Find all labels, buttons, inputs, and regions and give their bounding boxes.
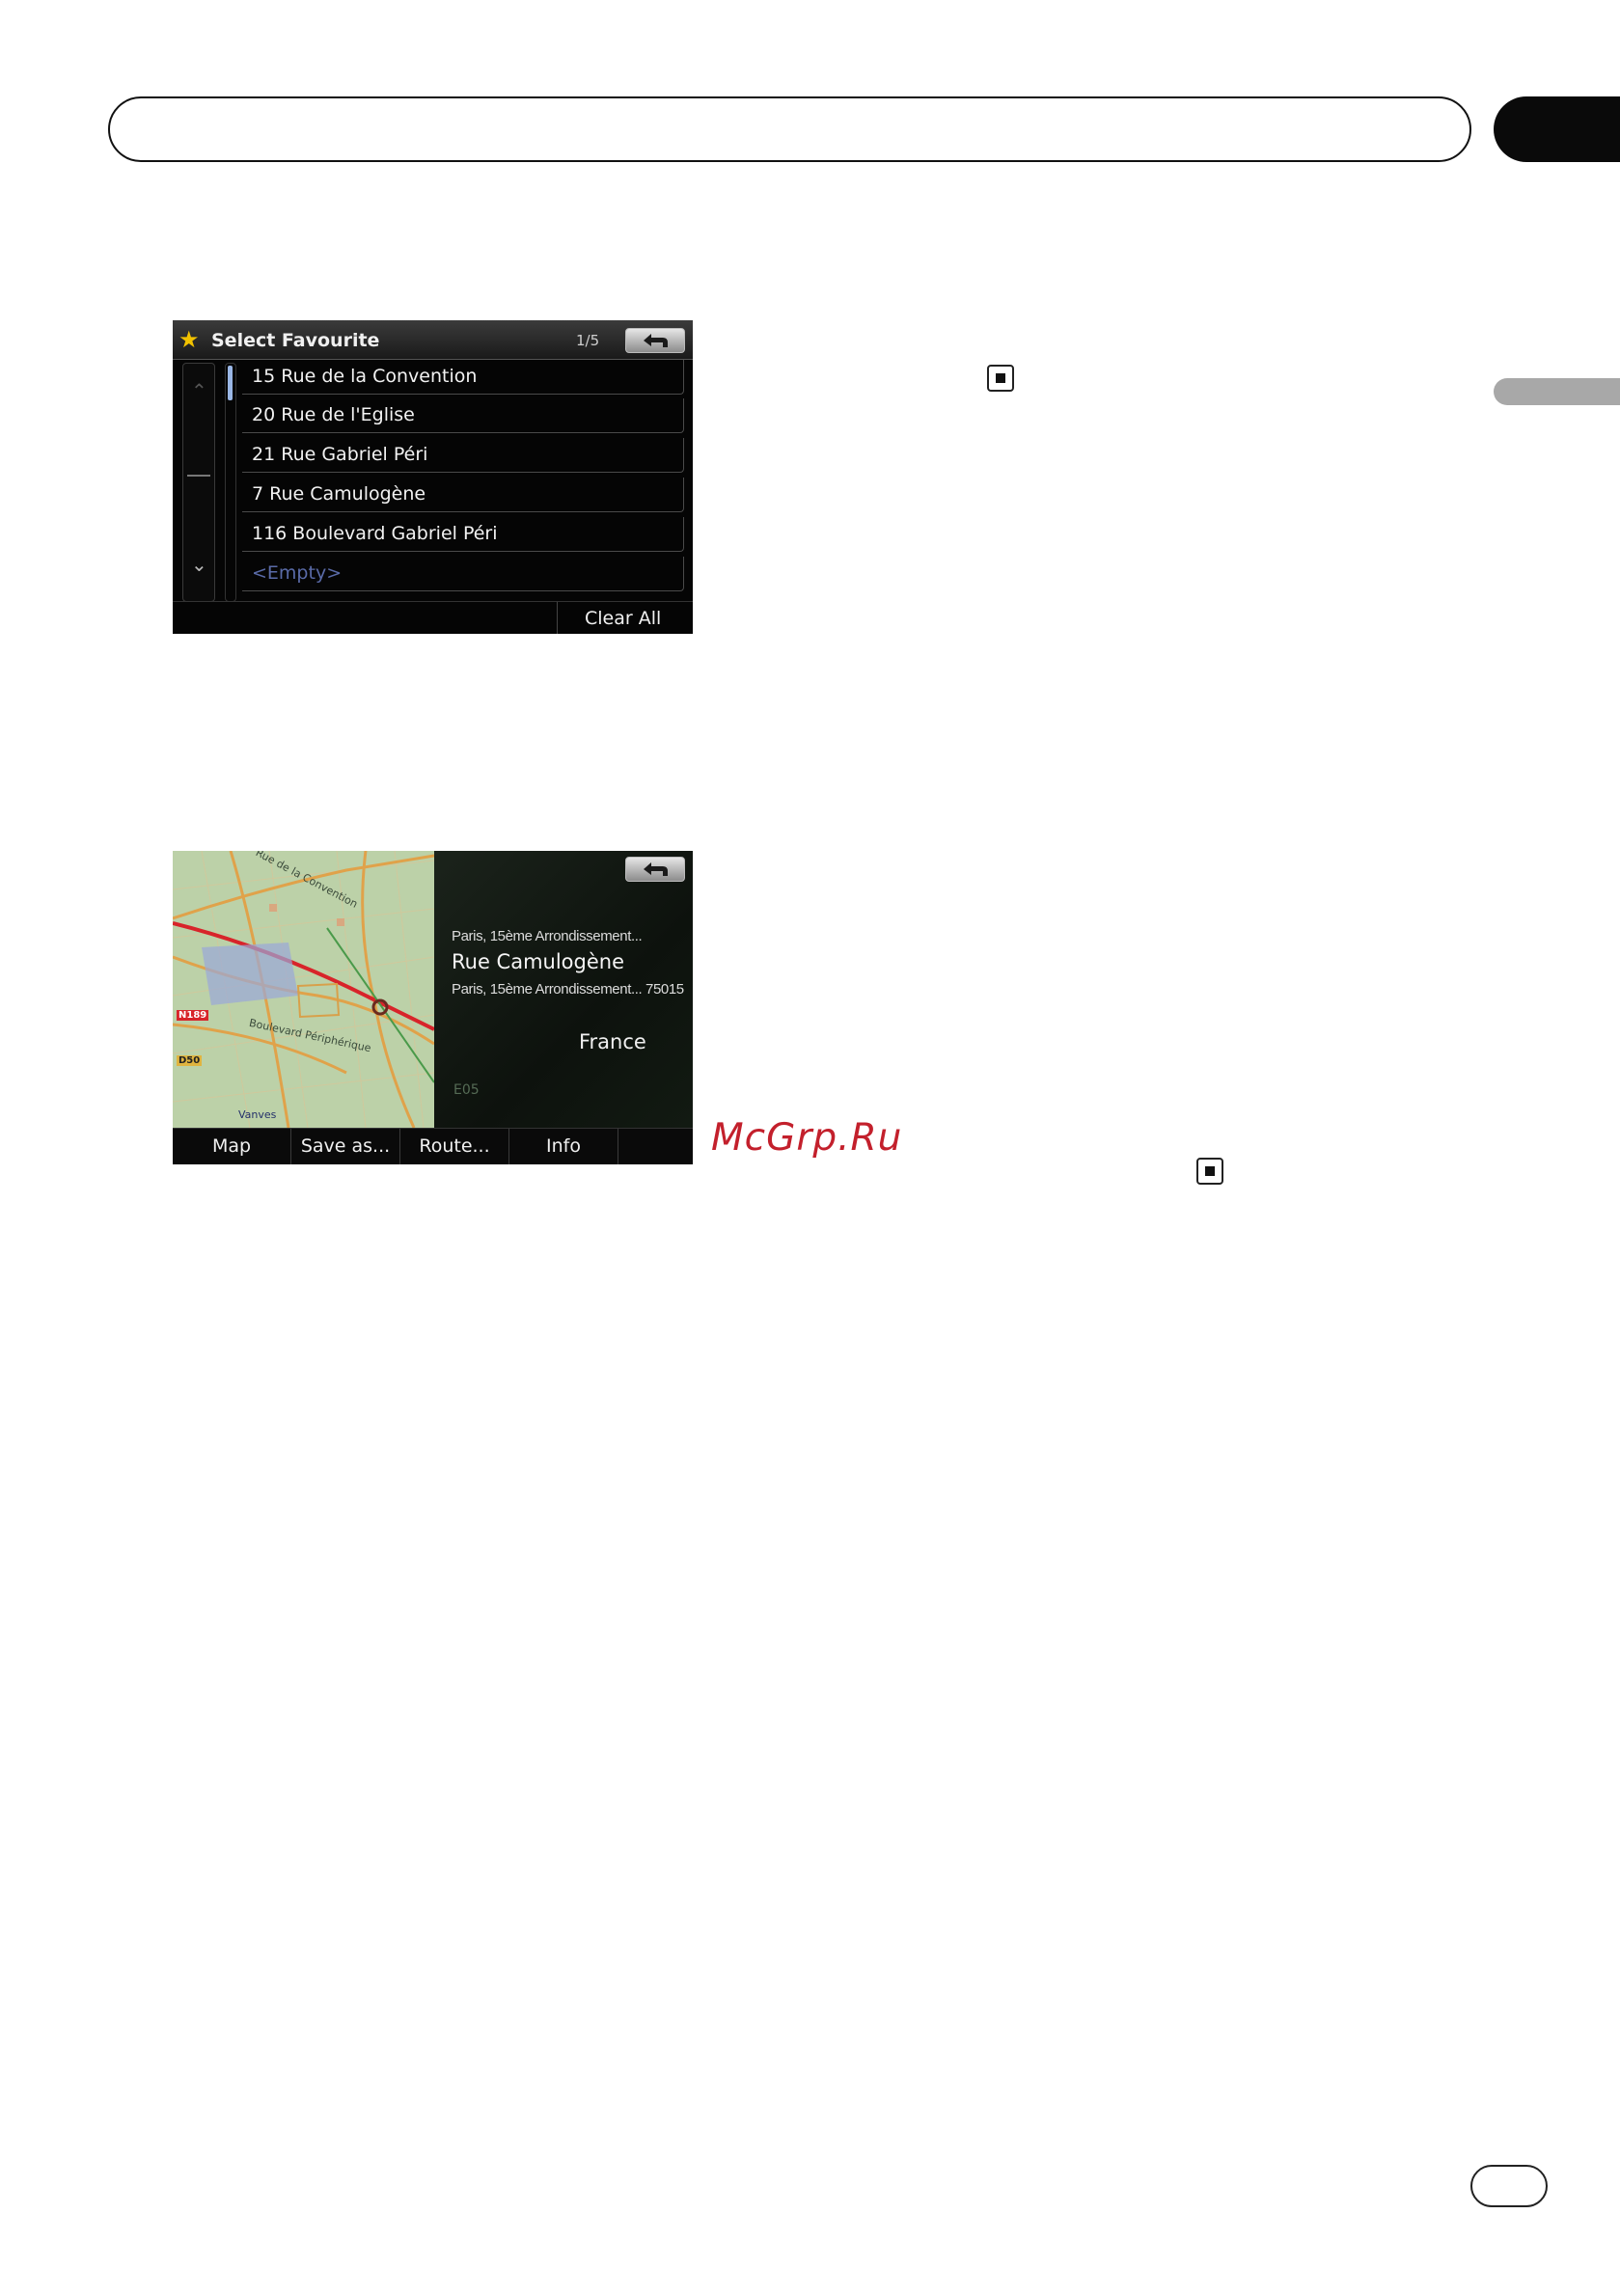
- list-item[interactable]: 7 Rue Camulogène: [242, 478, 684, 512]
- header-bar: [108, 96, 1471, 162]
- list-item[interactable]: 21 Rue Gabriel Péri: [242, 438, 684, 473]
- map-button-label: Map: [211, 1135, 252, 1157]
- screen-title: Select Favourite: [211, 330, 380, 351]
- address-district: Paris, 15ème Arrondissement...: [452, 928, 643, 944]
- star-icon: ★: [178, 326, 200, 353]
- list-item-label: 15 Rue de la Convention: [252, 366, 478, 387]
- section-side-tab: [1494, 378, 1620, 405]
- list-item-label: 116 Boulevard Gabriel Péri: [252, 523, 498, 544]
- location-info-screen: N189 D50 Boulevard Périphérique Rue de l…: [173, 851, 693, 1164]
- scroll-up-icon[interactable]: ⌃: [191, 379, 207, 402]
- list-item-label: 20 Rue de l'Eglise: [252, 404, 415, 425]
- chapter-tab: [1494, 96, 1620, 162]
- route-button-label: Route...: [419, 1135, 490, 1157]
- list-item-label: 7 Rue Camulogène: [252, 483, 426, 505]
- address-postcode: Paris, 15ème Arrondissement... 75015: [452, 981, 684, 998]
- route-button[interactable]: Route...: [400, 1129, 509, 1164]
- map-town-label: Vanves: [238, 1108, 277, 1121]
- info-button-label: Info: [546, 1135, 581, 1157]
- list-item-label: <Empty>: [252, 562, 343, 584]
- back-button[interactable]: [625, 328, 685, 353]
- section-end-mark: [1196, 1158, 1223, 1185]
- road-label: E05: [453, 1082, 480, 1098]
- road-badge: D50: [177, 1055, 203, 1066]
- scroll-buttons[interactable]: ⌃ ⌄: [182, 363, 215, 602]
- list-item[interactable]: 116 Boulevard Gabriel Péri: [242, 517, 684, 552]
- road-badge: N189: [177, 1010, 209, 1021]
- scroll-down-icon[interactable]: ⌄: [191, 553, 207, 576]
- watermark-text: McGrp.Ru: [711, 1116, 903, 1160]
- address-country: France: [579, 1030, 646, 1053]
- list-item[interactable]: 20 Rue de l'Eglise: [242, 398, 684, 433]
- list-item[interactable]: 15 Rue de la Convention: [242, 360, 684, 395]
- back-button[interactable]: [625, 857, 685, 882]
- title-bar: ★ Select Favourite 1/5: [173, 320, 693, 360]
- page-number-oval: [1470, 2165, 1548, 2207]
- map-graphics: [173, 851, 434, 1128]
- save-as-button-label: Save as...: [300, 1135, 391, 1157]
- info-button[interactable]: Info: [509, 1129, 618, 1164]
- map-button[interactable]: Map: [173, 1129, 291, 1164]
- scrollbar[interactable]: [225, 363, 236, 602]
- clear-all-button[interactable]: Clear All: [557, 602, 693, 634]
- map-view[interactable]: N189 D50 Boulevard Périphérique Rue de l…: [173, 851, 434, 1128]
- location-info-panel: Paris, 15ème Arrondissement... Rue Camul…: [434, 851, 693, 1128]
- clear-all-label: Clear All: [585, 608, 662, 629]
- footer-bar: Clear All: [173, 601, 693, 634]
- address-street: Rue Camulogène: [452, 950, 625, 973]
- bottom-toolbar: Map Save as... Route... Info: [173, 1128, 693, 1164]
- scroll-divider: [187, 475, 210, 477]
- list-item-empty[interactable]: <Empty>: [242, 557, 684, 591]
- back-arrow-icon: [644, 334, 668, 347]
- save-as-button[interactable]: Save as...: [291, 1129, 400, 1164]
- favourites-screen: ★ Select Favourite 1/5 ⌃ ⌄ 15 Rue de la …: [173, 320, 693, 634]
- page-indicator: 1/5: [576, 332, 600, 349]
- list-item-label: 21 Rue Gabriel Péri: [252, 444, 428, 465]
- scrollbar-thumb[interactable]: [228, 366, 233, 400]
- back-arrow-icon: [644, 862, 668, 876]
- section-end-mark: [987, 365, 1014, 392]
